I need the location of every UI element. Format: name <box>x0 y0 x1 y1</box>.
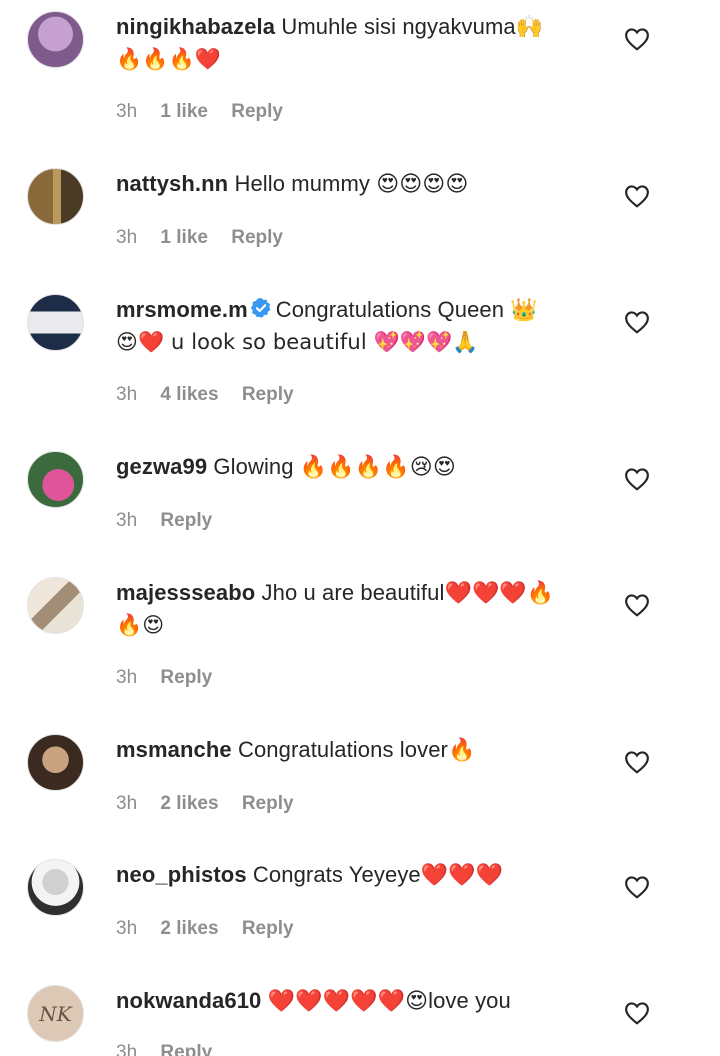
avatar[interactable] <box>27 11 84 68</box>
comment-message: ❤️❤️❤️❤️❤️😍love you <box>267 988 511 1013</box>
verified-badge-icon <box>250 297 271 318</box>
comment-username[interactable]: msmanche <box>116 737 232 762</box>
like-heart-icon[interactable] <box>624 875 650 899</box>
comment-time: 3h <box>116 1042 138 1056</box>
comment-message: Hello mummy 😍😍😍😍 <box>234 171 469 196</box>
comment-meta: 3h Reply <box>116 1042 230 1056</box>
comment-username[interactable]: nattysh.nn <box>116 171 228 196</box>
comment-message: Umuhle sisi ngyakvuma🙌 <box>281 14 544 39</box>
comment-text: msmanche Congratulations lover🔥 <box>116 734 596 766</box>
comment-time: 3h <box>116 793 138 814</box>
comment-message-line2: 🔥😍 <box>116 613 165 637</box>
comment-meta: 3h 1 like Reply <box>116 101 301 123</box>
comment-message-line2: 😍❤️ u look so beautiful 💖💖💖🙏 <box>116 330 479 354</box>
like-heart-icon[interactable] <box>624 1001 650 1025</box>
comment-meta: 3h 4 likes Reply <box>116 384 312 406</box>
reply-button[interactable]: Reply <box>242 918 294 939</box>
reply-button[interactable]: Reply <box>242 384 294 405</box>
avatar[interactable] <box>27 577 84 634</box>
reply-button[interactable]: Reply <box>231 101 283 122</box>
comment-meta: 3h 2 likes Reply <box>116 793 312 815</box>
comment-likes[interactable]: 2 likes <box>160 918 218 939</box>
reply-button[interactable]: Reply <box>160 667 212 688</box>
comment-meta: 3h Reply <box>116 510 230 532</box>
like-heart-icon[interactable] <box>624 310 650 334</box>
avatar[interactable] <box>27 294 84 351</box>
comment-time: 3h <box>116 227 138 248</box>
comment-text: majessseabo Jho u are beautiful❤️❤️❤️🔥 🔥… <box>116 577 596 641</box>
like-heart-icon[interactable] <box>624 467 650 491</box>
like-heart-icon[interactable] <box>624 184 650 208</box>
comment-meta: 3h 2 likes Reply <box>116 918 312 940</box>
comment-username[interactable]: mrsmome.m <box>116 297 248 322</box>
comment-text: gezwa99 Glowing 🔥🔥🔥🔥😢😍 <box>116 451 596 483</box>
reply-button[interactable]: Reply <box>160 510 212 531</box>
reply-button[interactable]: Reply <box>160 1042 212 1056</box>
comment-message: Congratulations lover🔥 <box>237 737 476 762</box>
comment-meta: 3h 1 like Reply <box>116 227 301 249</box>
comment-username[interactable]: ningikhabazela <box>116 14 275 39</box>
avatar[interactable] <box>27 859 84 916</box>
comment-time: 3h <box>116 510 138 531</box>
comment-username[interactable]: nokwanda610 <box>116 988 261 1013</box>
like-heart-icon[interactable] <box>624 27 650 51</box>
like-heart-icon[interactable] <box>624 593 650 617</box>
reply-button[interactable]: Reply <box>242 793 294 814</box>
comment-message: Jho u are beautiful❤️❤️❤️🔥 <box>261 580 555 605</box>
comment-username[interactable]: majessseabo <box>116 580 255 605</box>
avatar-initials: NK <box>39 1001 72 1026</box>
avatar[interactable] <box>27 734 84 791</box>
comment-time: 3h <box>116 667 138 688</box>
comment-meta: 3h Reply <box>116 667 230 689</box>
comment-text: ningikhabazela Umuhle sisi ngyakvuma🙌 🔥🔥… <box>116 11 596 75</box>
comment-time: 3h <box>116 918 138 939</box>
comment-likes[interactable]: 1 like <box>160 101 208 122</box>
comment-message: Congratulations Queen 👑 <box>275 297 538 322</box>
like-heart-icon[interactable] <box>624 750 650 774</box>
comment-text: nattysh.nn Hello mummy 😍😍😍😍 <box>116 168 596 200</box>
comment-username[interactable]: neo_phistos <box>116 862 247 887</box>
avatar[interactable] <box>27 451 84 508</box>
avatar[interactable] <box>27 168 84 225</box>
reply-button[interactable]: Reply <box>231 227 283 248</box>
comment-message: Glowing 🔥🔥🔥🔥😢😍 <box>213 454 456 479</box>
comment-message-line2: 🔥🔥🔥❤️ <box>116 47 221 71</box>
comment-message: Congrats Yeyeye❤️❤️❤️ <box>252 862 504 887</box>
comment-text: neo_phistos Congrats Yeyeye❤️❤️❤️ <box>116 859 596 891</box>
comment-likes[interactable]: 1 like <box>160 227 208 248</box>
avatar[interactable]: NK <box>27 985 84 1042</box>
comment-time: 3h <box>116 101 138 122</box>
comment-text: nokwanda610 ❤️❤️❤️❤️❤️😍love you <box>116 985 596 1017</box>
comment-time: 3h <box>116 384 138 405</box>
comment-likes[interactable]: 2 likes <box>160 793 218 814</box>
comment-text: mrsmome.m Congratulations Queen 👑 😍❤️ u l… <box>116 294 596 358</box>
comment-likes[interactable]: 4 likes <box>160 384 218 405</box>
comment-username[interactable]: gezwa99 <box>116 454 207 479</box>
